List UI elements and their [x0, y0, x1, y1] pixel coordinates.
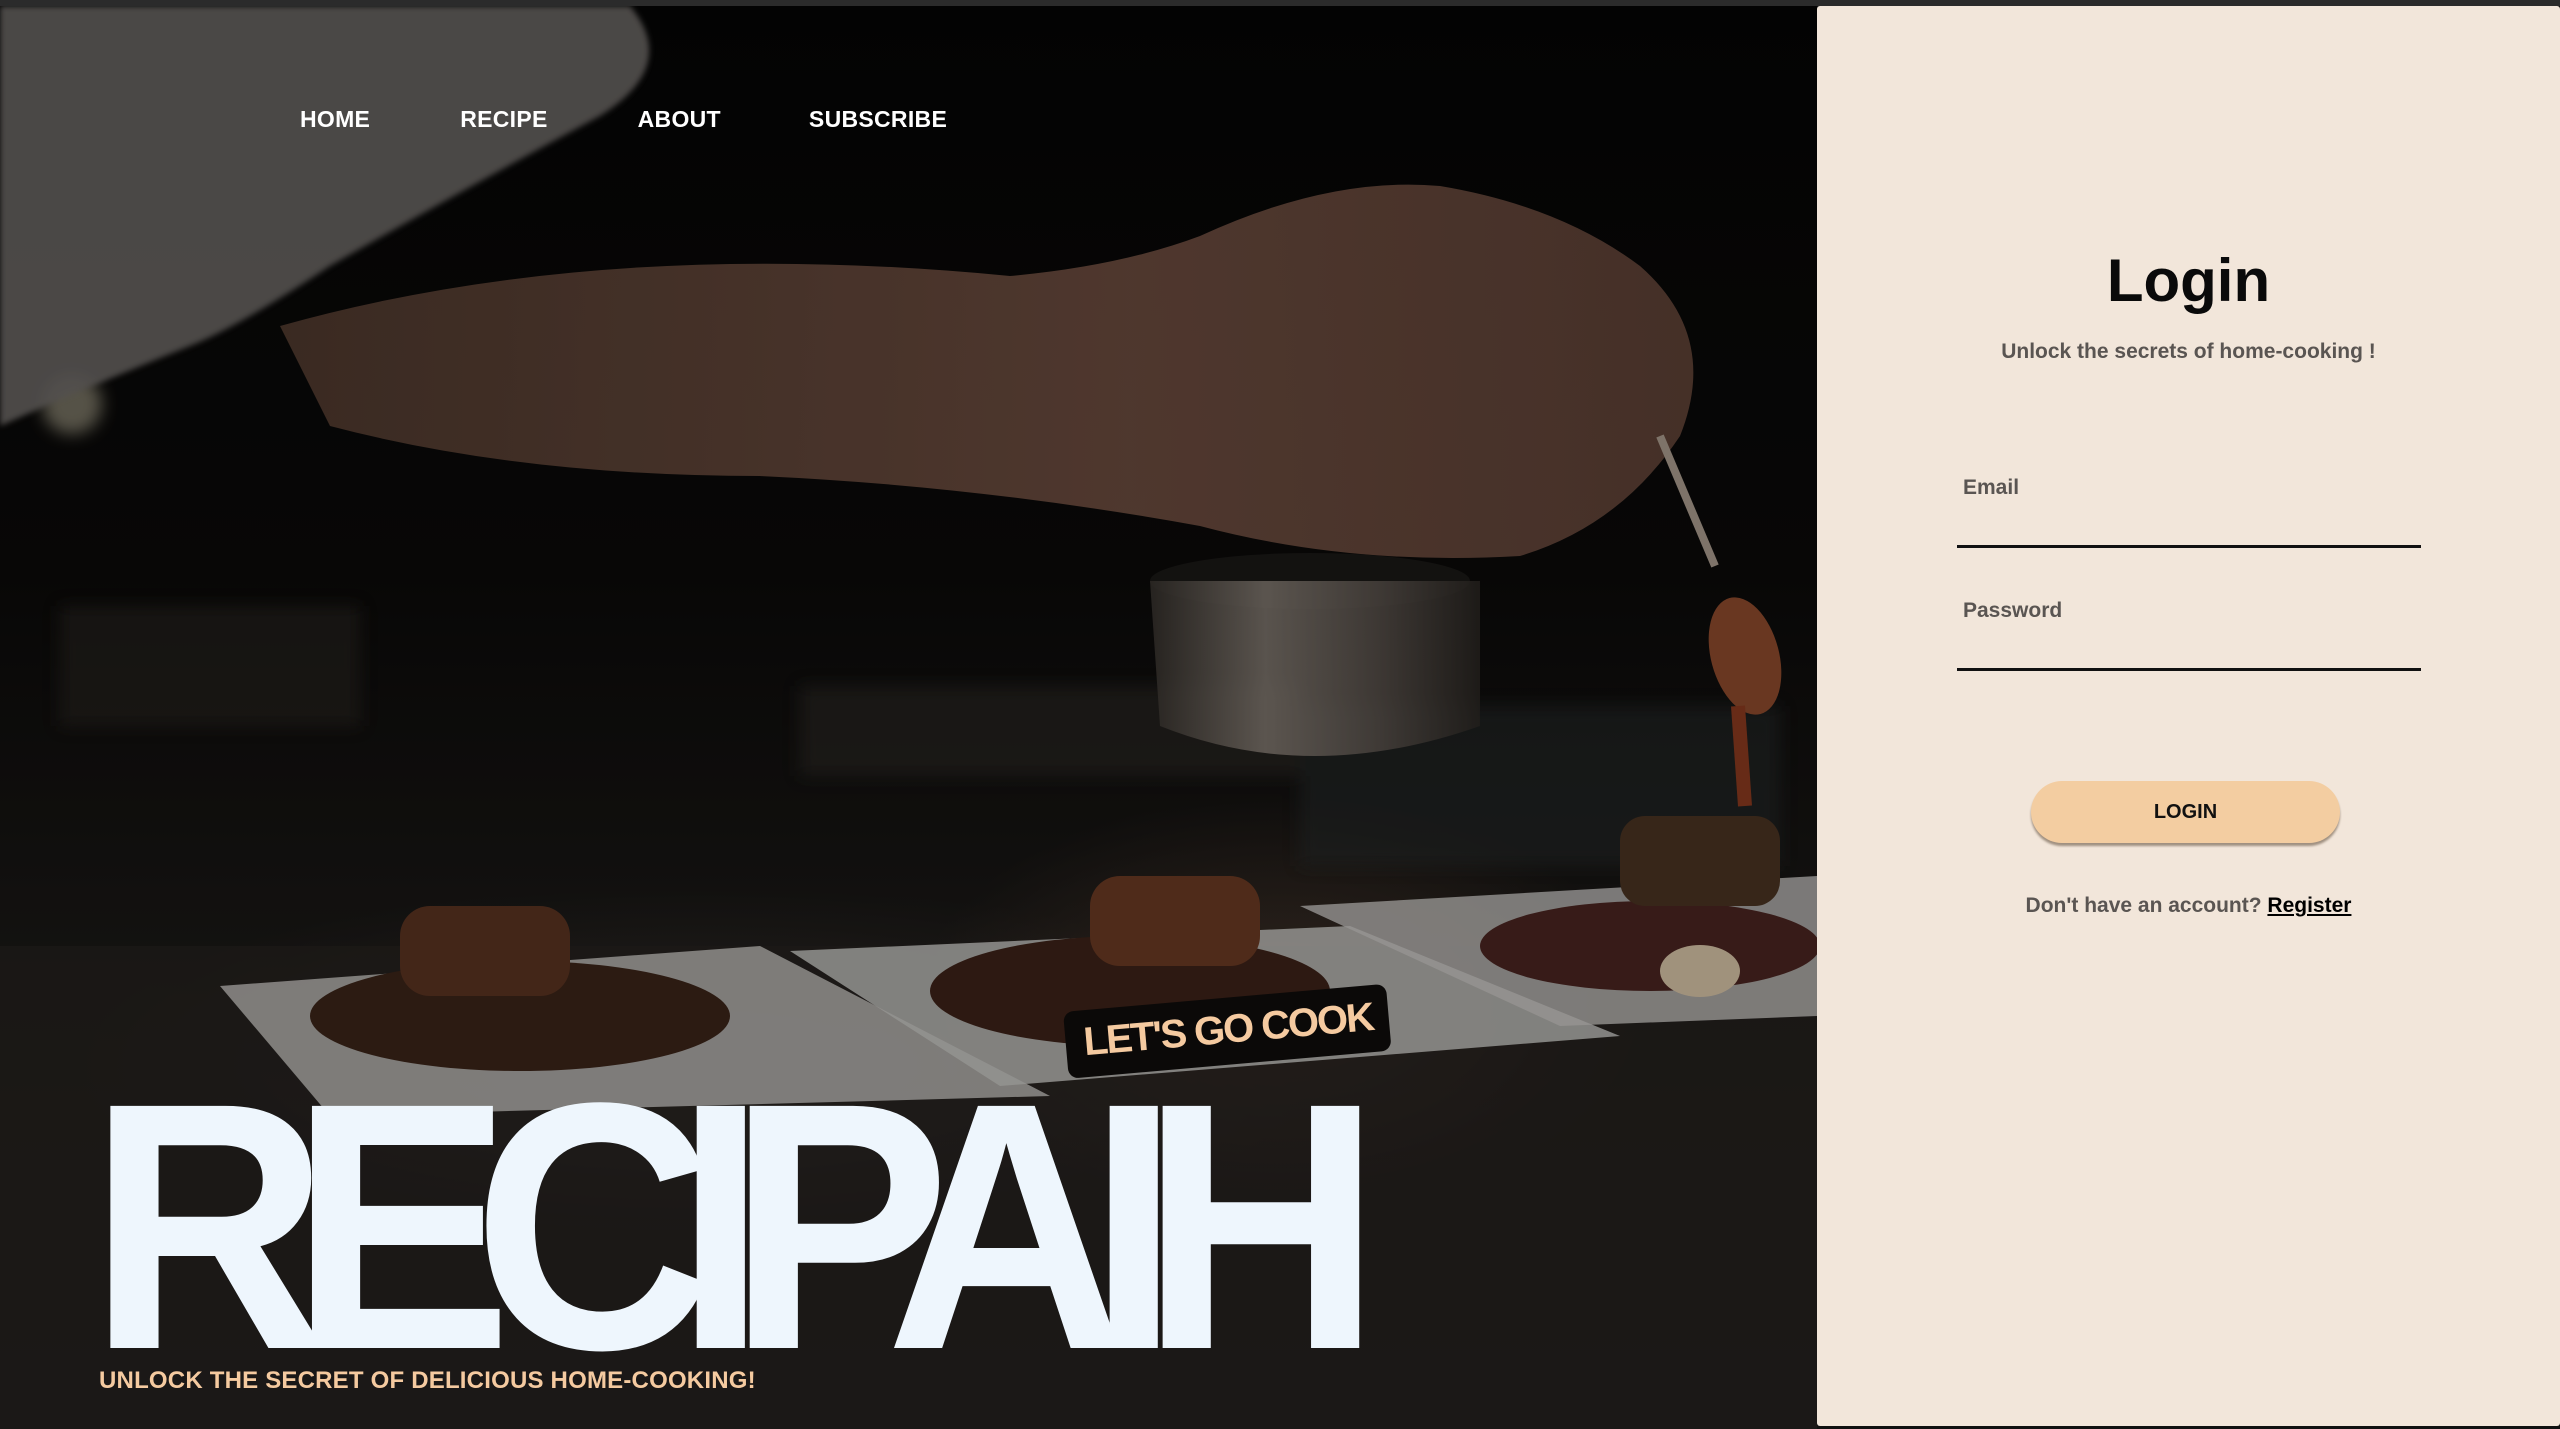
register-link[interactable]: Register: [2267, 894, 2351, 917]
password-field-group: Password: [1957, 599, 2421, 671]
nav-about-link[interactable]: ABOUT: [638, 106, 721, 133]
nav-subscribe-link[interactable]: SUBSCRIBE: [809, 106, 947, 133]
brand-wordmark: RECIPAIH: [88, 1029, 1382, 1423]
email-input[interactable]: [1957, 522, 2421, 548]
nav-home-link[interactable]: HOME: [300, 106, 370, 133]
login-subtitle: Unlock the secrets of home-cooking !: [2001, 340, 2376, 363]
register-prompt: Don't have an account? Register: [1817, 894, 2560, 918]
login-panel: Login Unlock the secrets of home-cooking…: [1817, 6, 2560, 1426]
hero-section: HOME RECIPE ABOUT SUBSCRIBE RECIPAIH LET…: [0, 6, 1817, 1429]
register-prompt-text: Don't have an account?: [2025, 894, 2262, 917]
main-nav: HOME RECIPE ABOUT SUBSCRIBE: [300, 106, 947, 133]
password-input[interactable]: [1957, 645, 2421, 671]
login-button[interactable]: LOGIN: [2031, 781, 2340, 843]
password-label: Password: [1963, 599, 2063, 622]
email-label: Email: [1963, 476, 2020, 499]
email-field-group: Email: [1957, 476, 2421, 548]
login-title: Login: [2106, 247, 2271, 314]
hero-tagline: UNLOCK THE SECRET OF DELICIOUS HOME-COOK…: [99, 1367, 756, 1394]
nav-recipe-link[interactable]: RECIPE: [460, 106, 547, 133]
